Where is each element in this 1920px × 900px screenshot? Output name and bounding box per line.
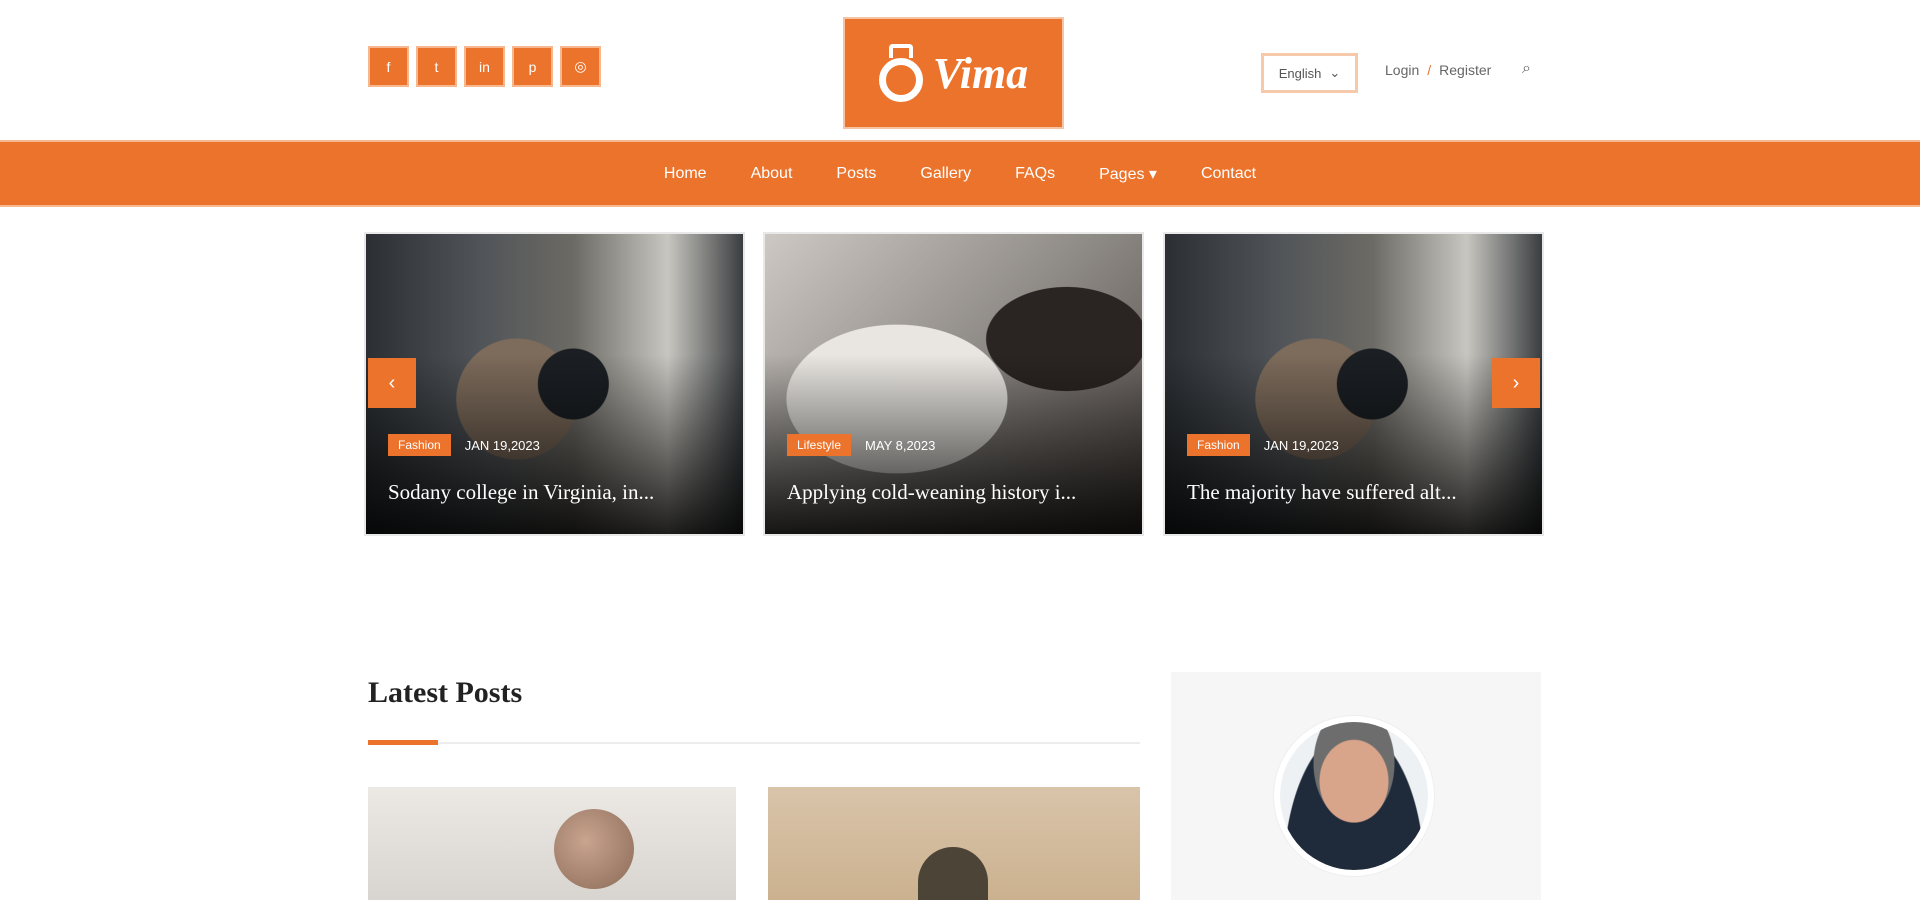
slide-card[interactable]: Fashion JAN 19,2023 Sodany college in Vi… <box>364 232 745 536</box>
site-logo[interactable]: Vima <box>843 17 1064 129</box>
author-widget <box>1171 672 1541 900</box>
section-divider <box>368 742 1140 744</box>
instagram-icon[interactable]: ◎ <box>560 46 601 87</box>
logo-text: Vima <box>932 48 1029 98</box>
main-nav: Home About Posts Gallery FAQs Pages ▾ Co… <box>0 140 1920 207</box>
social-links: f t in p ◎ <box>368 46 601 87</box>
linkedin-icon[interactable]: in <box>464 46 505 87</box>
facebook-icon[interactable]: f <box>368 46 409 87</box>
language-select[interactable]: English ⌄ <box>1261 53 1358 93</box>
nav-item-gallery[interactable]: Gallery <box>920 165 971 183</box>
post-thumbnail[interactable] <box>368 787 736 900</box>
section-divider-accent <box>368 740 438 745</box>
slide-card[interactable]: Fashion JAN 19,2023 The majority have su… <box>1163 232 1544 536</box>
nav-item-contact[interactable]: Contact <box>1201 165 1256 183</box>
nav-item-about[interactable]: About <box>751 165 793 183</box>
register-link[interactable]: Register <box>1439 62 1491 78</box>
nav-item-pages[interactable]: Pages ▾ <box>1099 164 1157 184</box>
language-selected: English <box>1278 65 1322 81</box>
search-icon[interactable]: ⌕ <box>1522 60 1544 82</box>
site-header: f t in p ◎ Vima English ⌄ Login / Regist… <box>0 0 1920 140</box>
post-date: JAN 19,2023 <box>1263 437 1339 453</box>
login-link[interactable]: Login <box>1385 62 1419 78</box>
nav-item-faqs[interactable]: FAQs <box>1015 165 1055 183</box>
category-badge[interactable]: Fashion <box>1187 434 1250 456</box>
slide-meta: Fashion JAN 19,2023 <box>388 434 540 456</box>
twitter-icon[interactable]: t <box>416 46 457 87</box>
slide-title[interactable]: Applying cold-weaning history i... <box>787 480 1076 505</box>
category-badge[interactable]: Fashion <box>388 434 451 456</box>
avatar <box>1274 716 1434 876</box>
featured-slider: Fashion JAN 19,2023 Sodany college in Vi… <box>364 232 1544 536</box>
ring-logo-icon <box>878 44 923 102</box>
pinterest-icon[interactable]: p <box>512 46 553 87</box>
slide-title[interactable]: Sodany college in Virginia, in... <box>388 480 654 505</box>
post-thumbnail[interactable] <box>768 787 1140 900</box>
slide-meta: Lifestyle MAY 8,2023 <box>787 434 935 456</box>
slide-title[interactable]: The majority have suffered alt... <box>1187 480 1457 505</box>
slide-meta: Fashion JAN 19,2023 <box>1187 434 1339 456</box>
chevron-left-icon[interactable]: ‹ <box>368 358 416 408</box>
nav-item-posts[interactable]: Posts <box>836 165 876 183</box>
category-badge[interactable]: Lifestyle <box>787 434 852 456</box>
slide-card[interactable]: Lifestyle MAY 8,2023 Applying cold-weani… <box>763 232 1144 536</box>
auth-separator: / <box>1427 62 1432 78</box>
chevron-right-icon[interactable]: › <box>1492 358 1540 408</box>
nav-item-home[interactable]: Home <box>664 165 707 183</box>
latest-posts-heading: Latest Posts <box>368 676 523 709</box>
chevron-down-icon: ⌄ <box>1329 65 1341 80</box>
post-date: MAY 8,2023 <box>865 437 936 453</box>
auth-links: Login / Register <box>1385 62 1491 78</box>
post-date: JAN 19,2023 <box>464 437 540 453</box>
